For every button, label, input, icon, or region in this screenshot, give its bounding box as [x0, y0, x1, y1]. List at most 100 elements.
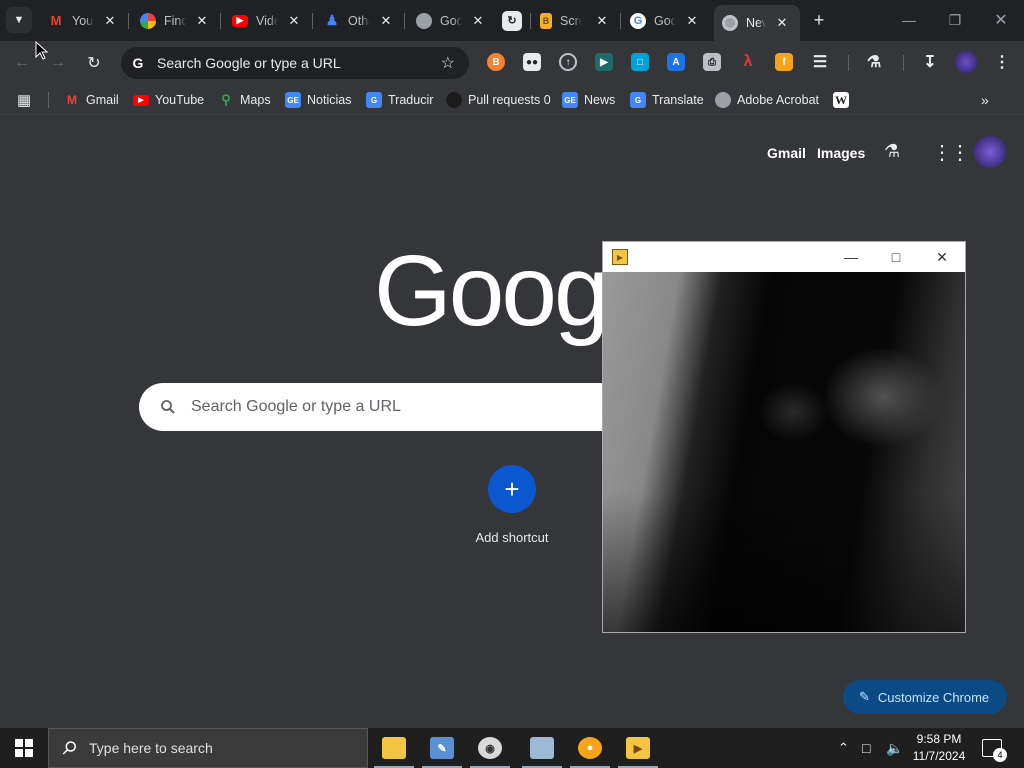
bookmark-label: YouTube — [155, 93, 205, 107]
maximize-button[interactable]: □ — [884, 246, 908, 268]
extension-video-icon[interactable]: ▶ — [595, 53, 613, 71]
star-icon[interactable]: ☆ — [441, 53, 455, 73]
media-app-icon: ▶ — [612, 249, 628, 265]
taskbar-file-explorer[interactable] — [370, 728, 418, 768]
tab-google-1[interactable]: Google ✕ — [416, 6, 486, 35]
bookmark-traducir[interactable]: G Traducir — [366, 91, 433, 109]
extension-circle-icon[interactable]: ↑ — [559, 53, 577, 71]
flask-icon[interactable]: ⚗ — [884, 141, 900, 162]
search-placeholder: Search Google or type a URL — [191, 398, 401, 415]
editor-icon: ✎ — [430, 737, 454, 759]
taskbar-app-4[interactable] — [518, 728, 566, 768]
media-app-icon: ▶ — [626, 737, 650, 759]
close-icon[interactable]: ✕ — [470, 13, 486, 29]
customize-chrome-button[interactable]: ✎ Customize Chrome — [843, 680, 1007, 714]
bookmark-noticias[interactable]: GE Noticias — [285, 91, 351, 109]
tab-google-2[interactable]: G Google ✕ — [630, 6, 700, 35]
tab-title: Video — [256, 13, 278, 28]
tab-video[interactable]: ▶ Video ✕ — [232, 6, 302, 35]
extension-printer-icon[interactable]: ⎙ — [703, 53, 721, 71]
extension-bitcoin-icon[interactable]: B — [487, 53, 505, 71]
download-icon[interactable]: ↧ — [921, 53, 939, 71]
close-icon[interactable]: ✕ — [684, 13, 700, 29]
bookmark-translate[interactable]: G Translate — [630, 91, 704, 109]
close-icon[interactable]: ✕ — [378, 13, 394, 29]
wikipedia-icon: W — [833, 92, 849, 108]
extension-a-icon[interactable]: A — [667, 53, 685, 71]
minimize-button[interactable]: — — [839, 246, 863, 268]
bookmark-gmail[interactable]: M Gmail — [64, 91, 119, 109]
add-shortcut-button[interactable]: + — [488, 465, 536, 513]
restore-button[interactable]: ❐ — [943, 8, 967, 32]
apps-button[interactable]: ▦ — [17, 91, 31, 109]
bookmark-pull-requests[interactable]: Pull requests 0 — [446, 91, 551, 109]
taskbar-search[interactable]: Type here to search — [48, 728, 368, 768]
windows-logo-icon — [15, 739, 33, 757]
extension-acrobat-icon[interactable]: λ — [739, 53, 757, 71]
person-icon: ♟ — [325, 12, 339, 28]
more-bookmarks-button[interactable]: » — [981, 91, 989, 109]
close-icon[interactable]: ✕ — [102, 13, 118, 29]
mouse-cursor-icon — [35, 41, 49, 60]
menu-icon[interactable]: ⋮ — [993, 53, 1011, 71]
forward-button[interactable]: → — [46, 51, 70, 75]
start-button[interactable] — [0, 728, 48, 768]
network-icon[interactable]: □ — [862, 728, 870, 768]
tab-new-tab[interactable]: New Tab ✕ — [714, 5, 800, 41]
tab-title: Find — [164, 13, 186, 28]
add-shortcut-label[interactable]: Add shortcut — [460, 530, 564, 545]
taskbar-app-2[interactable]: ✎ — [418, 728, 466, 768]
notification-center-button[interactable]: 4 — [982, 728, 1007, 768]
screen-icon — [530, 737, 554, 759]
taskbar-app-3[interactable]: ◉ — [466, 728, 514, 768]
close-icon[interactable]: ✕ — [286, 13, 302, 29]
tab-screenshot[interactable]: B Screenshot ✕ — [540, 6, 610, 35]
close-window-button[interactable]: ✕ — [930, 246, 954, 268]
bookmark-wikipedia[interactable]: W — [833, 91, 849, 109]
tab-sync[interactable]: ↻ — [502, 6, 522, 35]
extension-screen-icon[interactable]: □ — [631, 53, 649, 71]
flask-icon[interactable]: ⚗ — [865, 53, 883, 71]
minimize-button[interactable]: — — [897, 8, 921, 32]
images-link[interactable]: Images — [817, 145, 865, 161]
extension-glasses-icon[interactable]: ●● — [523, 53, 541, 71]
globe-icon — [416, 12, 432, 29]
close-icon[interactable]: ✕ — [194, 13, 210, 29]
video-window-titlebar[interactable]: ▶ — □ ✕ — [603, 242, 965, 272]
bookmark-adobe-acrobat[interactable]: Adobe Acrobat — [715, 91, 819, 109]
bookmarks-bar: ▦ M Gmail ▶ YouTube ⚲ Maps GE Noticias G… — [0, 85, 1024, 115]
taskbar-clock[interactable]: 9:58 PM 11/7/2024 — [908, 731, 970, 765]
tray-expand-icon[interactable]: ⌃ — [838, 728, 849, 768]
gmail-icon: M — [50, 13, 62, 28]
taskbar-media-player[interactable]: ▶ — [614, 728, 662, 768]
video-preview-window[interactable]: ▶ — □ ✕ — [602, 241, 966, 633]
gmail-link[interactable]: Gmail — [767, 145, 806, 161]
close-icon[interactable]: ✕ — [774, 15, 790, 31]
taskbar-app-5[interactable]: ● — [566, 728, 614, 768]
tab-title: Google — [654, 13, 676, 28]
globe-icon — [715, 92, 731, 108]
puzzle-icon[interactable]: ☰ — [811, 53, 829, 71]
tab-title: Other — [348, 13, 370, 28]
tab-other[interactable]: ♟ Other ✕ — [324, 6, 394, 35]
sync-icon: ↻ — [502, 10, 522, 31]
tab-search-button[interactable]: ▼ — [6, 7, 32, 33]
bookmark-maps[interactable]: ⚲ Maps — [218, 91, 270, 109]
profile-avatar[interactable] — [974, 136, 1006, 168]
omnibox[interactable]: G Search Google or type a URL ☆ — [121, 47, 469, 79]
avatar[interactable] — [955, 51, 977, 73]
tab-youtube[interactable]: M YouTube ✕ — [48, 6, 118, 35]
news-icon: GE — [285, 92, 301, 108]
bookmark-news[interactable]: GE News — [562, 91, 615, 109]
close-icon[interactable]: ✕ — [594, 13, 610, 29]
new-tab-button[interactable]: + — [809, 10, 829, 30]
close-window-button[interactable]: ✕ — [989, 8, 1013, 32]
reload-button[interactable]: ↻ — [82, 51, 106, 75]
tab-find[interactable]: Find ✕ — [140, 6, 210, 35]
extension-f-icon[interactable]: f — [775, 53, 793, 71]
volume-icon[interactable]: 🔈 — [886, 728, 903, 768]
tab-title: YouTube — [72, 13, 94, 28]
bookmark-youtube[interactable]: ▶ YouTube — [133, 91, 204, 109]
back-button[interactable]: ← — [10, 51, 34, 75]
tab-title: Google — [440, 13, 462, 28]
